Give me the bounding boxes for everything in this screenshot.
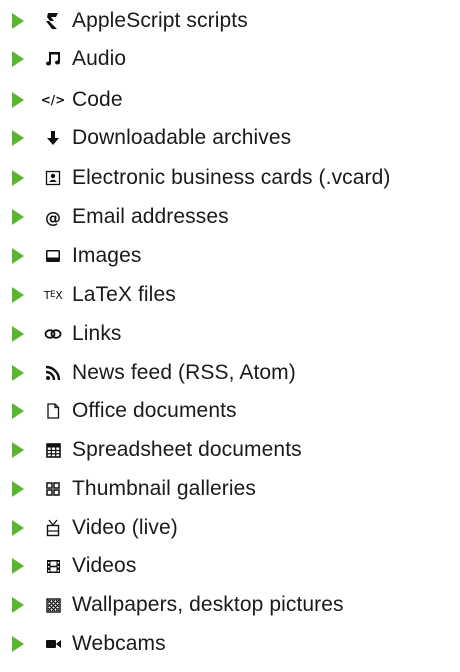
list-item-links[interactable]: Links	[0, 315, 460, 353]
list-item-spreadsheet-documents[interactable]: Spreadsheet documents	[0, 431, 460, 469]
list-item-wallpapers[interactable]: Wallpapers, desktop pictures	[0, 586, 460, 624]
expand-triangle-icon[interactable]	[12, 481, 24, 497]
list-item-label: LaTeX files	[72, 283, 176, 306]
contact-card-icon	[42, 167, 64, 189]
link-icon	[42, 323, 64, 345]
expand-triangle-icon[interactable]	[12, 442, 24, 458]
expand-triangle-icon[interactable]	[12, 597, 24, 613]
list-item-label: Webcams	[72, 632, 166, 655]
code-icon: </>	[40, 93, 66, 107]
image-icon	[42, 245, 64, 267]
list-item-images[interactable]: Images	[0, 237, 460, 275]
expand-triangle-icon[interactable]	[12, 558, 24, 574]
list-item-downloadable-archives[interactable]: Downloadable archives	[0, 119, 460, 157]
list-item-thumbnail-galleries[interactable]: Thumbnail galleries	[0, 470, 460, 508]
list-item-label: Videos	[72, 554, 137, 577]
expand-triangle-icon[interactable]	[12, 365, 24, 381]
list-item-label: Images	[72, 244, 142, 267]
expand-triangle-icon[interactable]	[12, 287, 24, 303]
expand-triangle-icon[interactable]	[12, 170, 24, 186]
video-camera-icon	[42, 633, 64, 655]
list-item-label: News feed (RSS, Atom)	[72, 361, 296, 384]
list-item-label: Links	[72, 322, 122, 345]
expand-triangle-icon[interactable]	[12, 13, 24, 29]
list-item-label: Code	[72, 88, 123, 111]
list-item-label: AppleScript scripts	[72, 9, 248, 32]
list-item-label: Video (live)	[72, 516, 178, 539]
list-item-applescript-scripts[interactable]: AppleScript scripts	[0, 2, 460, 40]
list-item-label: Electronic business cards (.vcard)	[72, 166, 391, 189]
list-item-email-addresses[interactable]: @ Email addresses	[0, 198, 460, 236]
list-item-label: Office documents	[72, 399, 237, 422]
at-sign-icon: @	[45, 207, 61, 227]
film-icon	[42, 555, 64, 577]
wallpaper-icon	[42, 594, 64, 616]
list-item-code[interactable]: </> Code	[0, 81, 460, 119]
expand-triangle-icon[interactable]	[12, 636, 24, 652]
list-item-audio[interactable]: Audio	[0, 40, 460, 78]
rss-icon	[42, 362, 64, 384]
applescript-icon	[42, 10, 64, 32]
list-item-label: Downloadable archives	[72, 126, 292, 149]
list-item-label: Spreadsheet documents	[72, 438, 302, 461]
list-item-latex-files[interactable]: TEX LaTeX files	[0, 276, 460, 314]
list-item-label: Wallpapers, desktop pictures	[72, 593, 344, 616]
spreadsheet-icon	[42, 439, 64, 461]
list-item-electronic-business-cards[interactable]: Electronic business cards (.vcard)	[0, 159, 460, 197]
document-icon	[42, 400, 64, 422]
list-item-news-feed[interactable]: News feed (RSS, Atom)	[0, 354, 460, 392]
tex-icon: TEX	[43, 288, 63, 302]
expand-triangle-icon[interactable]	[12, 209, 24, 225]
tv-icon	[42, 517, 64, 539]
expand-triangle-icon[interactable]	[12, 130, 24, 146]
list-item-label: Audio	[72, 47, 127, 70]
download-arrow-icon	[42, 127, 64, 149]
list-item-videos[interactable]: Videos	[0, 547, 460, 585]
expand-triangle-icon[interactable]	[12, 51, 24, 67]
expand-triangle-icon[interactable]	[12, 92, 24, 108]
list-item-webcams[interactable]: Webcams	[0, 625, 460, 663]
list-item-label: Thumbnail galleries	[72, 477, 256, 500]
category-list: AppleScript scripts Audio </> Code Downl…	[0, 0, 460, 672]
list-item-label: Email addresses	[72, 205, 229, 228]
list-item-office-documents[interactable]: Office documents	[0, 392, 460, 430]
list-item-video-live[interactable]: Video (live)	[0, 509, 460, 547]
grid-icon	[42, 478, 64, 500]
expand-triangle-icon[interactable]	[12, 520, 24, 536]
expand-triangle-icon[interactable]	[12, 326, 24, 342]
expand-triangle-icon[interactable]	[12, 403, 24, 419]
expand-triangle-icon[interactable]	[12, 248, 24, 264]
music-note-icon	[42, 48, 64, 70]
